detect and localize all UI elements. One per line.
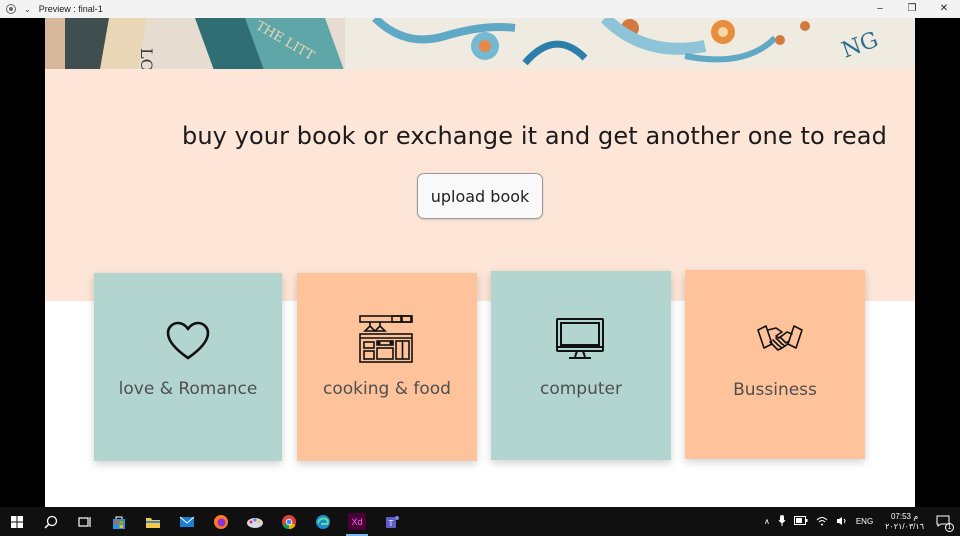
windows-taskbar: Xd T ∧ ENG 07:53 م ٢٠٢١/٠٣/١٦ 1 [0,507,960,536]
adobe-xd-icon[interactable]: Xd [340,507,374,536]
xd-label: Xd [348,513,366,530]
battery-icon[interactable] [793,516,808,527]
category-label: Bussiness [733,380,817,400]
minimize-button[interactable]: – [864,0,896,18]
file-explorer-icon[interactable] [136,507,170,536]
mail-icon[interactable] [170,507,204,536]
window-title: Preview : final-1 [38,4,103,14]
windows-start-icon[interactable] [0,507,34,536]
kitchen-icon [359,315,413,363]
restore-button[interactable]: ❐ [896,0,928,18]
wifi-icon[interactable] [816,516,828,528]
task-view-icon[interactable] [68,507,102,536]
book-spine-text-1: LO [137,48,156,69]
search-icon[interactable] [34,507,68,536]
close-button[interactable]: ✕ [928,0,960,18]
language-indicator[interactable]: ENG [856,517,873,526]
svg-text:T: T [389,519,394,528]
window-titlebar: ⌄ Preview : final-1 – ❐ ✕ [0,0,960,18]
paint-icon[interactable] [238,507,272,536]
record-icon[interactable] [6,4,16,14]
category-label: love & Romance [118,379,258,399]
handshake-icon [757,325,803,351]
category-card-computer[interactable]: computer [491,271,671,460]
firefox-icon[interactable] [204,507,238,536]
category-label: cooking & food [323,379,451,399]
clock-time: 07:53 م [890,511,919,521]
teams-icon[interactable]: T [374,507,408,536]
edge-icon[interactable] [306,507,340,536]
category-card-business[interactable]: Bussiness [685,270,865,459]
page-canvas: LO THE LITT NG buy your book or exchange… [45,18,915,507]
upload-book-button[interactable]: upload book [417,173,543,219]
clock-date: ٢٠٢١/٠٣/١٦ [885,521,924,531]
monitor-icon [556,318,604,359]
page-headline: buy your book or exchange it and get ano… [182,122,887,150]
system-tray: ∧ ENG 07:53 م ٢٠٢١/٠٣/١٦ 1 [760,507,960,536]
category-label: computer [540,379,622,399]
microphone-icon[interactable] [778,515,786,528]
chrome-icon[interactable] [272,507,306,536]
notification-center-icon[interactable]: 1 [936,515,954,532]
hero-banner-image: LO THE LITT NG [45,18,915,69]
volume-icon[interactable] [836,516,848,528]
store-icon[interactable] [102,507,136,536]
category-card-cooking-food[interactable]: cooking & food [297,273,477,461]
show-hidden-icons-chevron-icon[interactable]: ∧ [764,517,770,526]
heart-icon [166,321,210,360]
chevron-down-icon[interactable]: ⌄ [24,5,31,14]
category-card-love-romance[interactable]: love & Romance [94,273,282,461]
clock[interactable]: 07:53 م ٢٠٢١/٠٣/١٦ [885,512,924,532]
notification-count: 1 [945,522,954,532]
